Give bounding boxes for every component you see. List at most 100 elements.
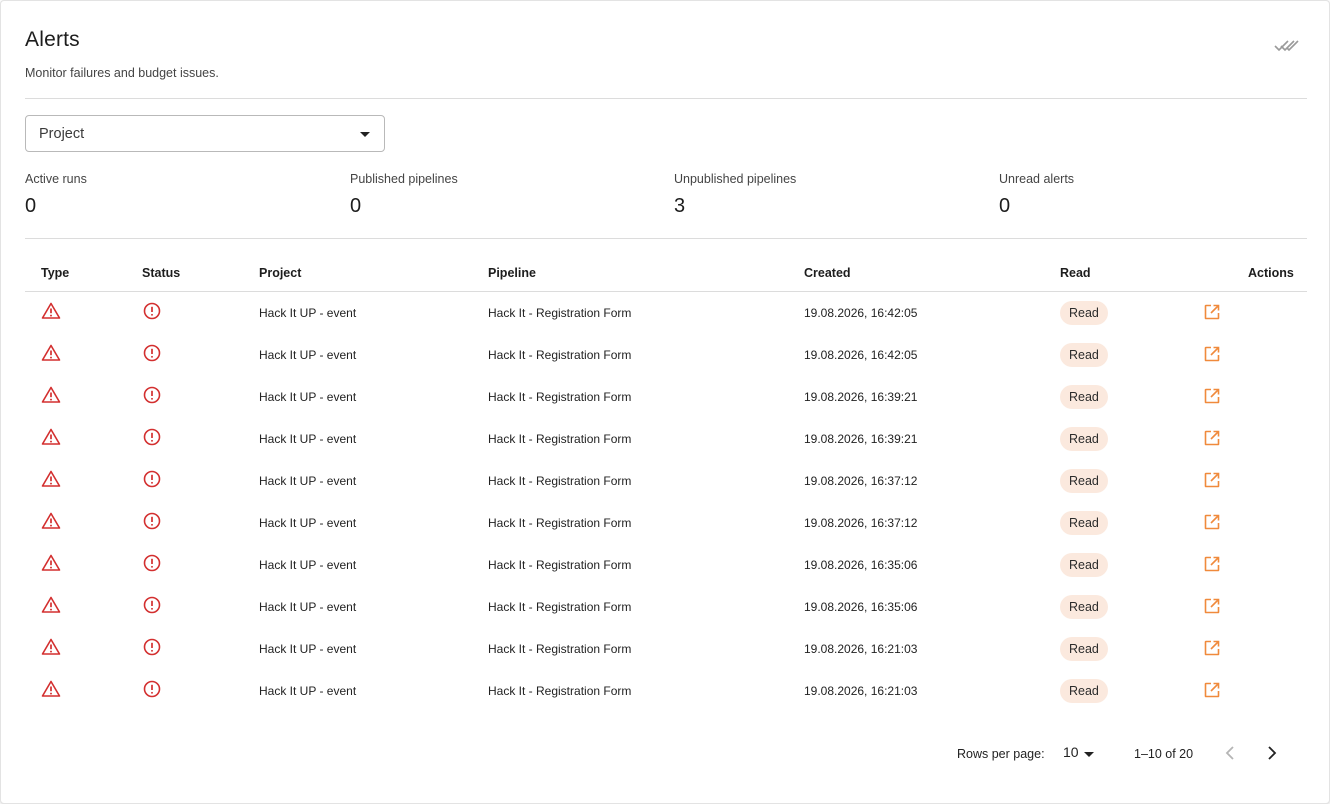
cell-pipeline: Hack It - Registration Form <box>488 600 632 614</box>
cell-pipeline: Hack It - Registration Form <box>488 432 632 446</box>
table-row: Hack It UP - event Hack It - Registration… <box>25 544 1307 586</box>
open-in-new-icon[interactable] <box>1203 513 1221 531</box>
caret-down-icon <box>360 132 370 137</box>
cell-created: 19.08.2026, 16:21:03 <box>804 642 918 656</box>
stat-value: 0 <box>350 195 363 217</box>
cell-pipeline: Hack It - Registration Form <box>488 348 632 362</box>
project-select-label: Project <box>39 126 85 142</box>
cell-created: 19.08.2026, 16:42:05 <box>804 306 918 320</box>
error-circle-icon <box>142 553 162 573</box>
error-circle-icon <box>142 679 162 699</box>
stat-label: Active runs <box>25 172 87 186</box>
open-in-new-icon[interactable] <box>1203 681 1221 699</box>
open-in-new-icon[interactable] <box>1203 345 1221 363</box>
open-in-new-icon[interactable] <box>1203 429 1221 447</box>
stat-unpublished-pipelines: Unpublished pipelines 3 <box>674 172 796 218</box>
warning-triangle-icon <box>41 679 61 699</box>
cell-created: 19.08.2026, 16:39:21 <box>804 432 918 446</box>
open-in-new-icon[interactable] <box>1203 555 1221 573</box>
read-status-badge: Read <box>1060 637 1108 661</box>
open-in-new-icon[interactable] <box>1203 639 1221 657</box>
chevron-right-icon[interactable] <box>1262 744 1280 762</box>
chevron-left-icon[interactable] <box>1222 744 1240 762</box>
cell-project: Hack It UP - event <box>259 390 357 404</box>
warning-triangle-icon <box>41 343 61 363</box>
rows-per-page-label: Rows per page: <box>957 747 1045 761</box>
table-row: Hack It UP - event Hack It - Registration… <box>25 460 1307 502</box>
stat-value: 0 <box>999 195 1012 217</box>
cell-pipeline: Hack It - Registration Form <box>488 306 632 320</box>
read-status-badge: Read <box>1060 679 1108 703</box>
open-in-new-icon[interactable] <box>1203 471 1221 489</box>
open-in-new-icon[interactable] <box>1203 303 1221 321</box>
column-header-read: Read <box>1060 266 1091 280</box>
stat-value: 3 <box>674 195 687 217</box>
cell-created: 19.08.2026, 16:37:12 <box>804 516 918 530</box>
cell-project: Hack It UP - event <box>259 474 357 488</box>
warning-triangle-icon <box>41 301 61 321</box>
warning-triangle-icon <box>41 595 61 615</box>
error-circle-icon <box>142 637 162 657</box>
cell-project: Hack It UP - event <box>259 432 357 446</box>
header-divider <box>25 98 1307 99</box>
read-status-badge: Read <box>1060 301 1108 325</box>
cell-project: Hack It UP - event <box>259 600 357 614</box>
cell-created: 19.08.2026, 16:39:21 <box>804 390 918 404</box>
cell-pipeline: Hack It - Registration Form <box>488 642 632 656</box>
cell-pipeline: Hack It - Registration Form <box>488 516 632 530</box>
page-subtitle: Monitor failures and budget issues. <box>25 66 219 80</box>
column-header-status: Status <box>142 266 181 280</box>
table-row: Hack It UP - event Hack It - Registration… <box>25 586 1307 628</box>
double-check-icon[interactable] <box>1273 35 1301 55</box>
stat-active-runs: Active runs 0 <box>25 172 87 218</box>
stats-divider <box>25 238 1307 239</box>
column-header-actions: Actions <box>1248 266 1294 280</box>
stat-value: 0 <box>25 195 38 217</box>
project-select[interactable]: Project <box>25 115 385 152</box>
table-row: Hack It UP - event Hack It - Registration… <box>25 334 1307 376</box>
pagination-range: 1–10 of 20 <box>1134 747 1194 761</box>
warning-triangle-icon <box>41 469 61 489</box>
cell-created: 19.08.2026, 16:35:06 <box>804 558 918 572</box>
table-row: Hack It UP - event Hack It - Registration… <box>25 418 1307 460</box>
warning-triangle-icon <box>41 511 61 531</box>
table-row: Hack It UP - event Hack It - Registration… <box>25 628 1307 670</box>
warning-triangle-icon <box>41 637 61 657</box>
column-header-project: Project <box>259 266 302 280</box>
read-status-badge: Read <box>1060 385 1108 409</box>
error-circle-icon <box>142 301 162 321</box>
rows-per-page-select[interactable]: 10 <box>1062 741 1102 765</box>
open-in-new-icon[interactable] <box>1203 387 1221 405</box>
cell-pipeline: Hack It - Registration Form <box>488 390 632 404</box>
read-status-badge: Read <box>1060 469 1108 493</box>
cell-project: Hack It UP - event <box>259 642 357 656</box>
stat-label: Unpublished pipelines <box>674 172 797 186</box>
warning-triangle-icon <box>41 553 61 573</box>
cell-pipeline: Hack It - Registration Form <box>488 474 632 488</box>
stat-label: Unread alerts <box>999 172 1075 186</box>
cell-project: Hack It UP - event <box>259 516 357 530</box>
column-header-created: Created <box>804 266 851 280</box>
cell-pipeline: Hack It - Registration Form <box>488 684 632 698</box>
cell-pipeline: Hack It - Registration Form <box>488 558 632 572</box>
cell-created: 19.08.2026, 16:35:06 <box>804 600 918 614</box>
column-header-pipeline: Pipeline <box>488 266 536 280</box>
warning-triangle-icon <box>41 385 61 405</box>
read-status-badge: Read <box>1060 553 1108 577</box>
error-circle-icon <box>142 469 162 489</box>
cell-project: Hack It UP - event <box>259 684 357 698</box>
cell-created: 19.08.2026, 16:21:03 <box>804 684 918 698</box>
table-row: Hack It UP - event Hack It - Registration… <box>25 376 1307 418</box>
page-title: Alerts <box>25 28 80 51</box>
warning-triangle-icon <box>41 427 61 447</box>
table-row: Hack It UP - event Hack It - Registration… <box>25 292 1307 334</box>
open-in-new-icon[interactable] <box>1203 597 1221 615</box>
read-status-badge: Read <box>1060 595 1108 619</box>
rows-per-page-value: 10 <box>1063 744 1079 760</box>
error-circle-icon <box>142 595 162 615</box>
table-row: Hack It UP - event Hack It - Registration… <box>25 502 1307 544</box>
table-row: Hack It UP - event Hack It - Registration… <box>25 670 1307 712</box>
cell-project: Hack It UP - event <box>259 558 357 572</box>
cell-created: 19.08.2026, 16:37:12 <box>804 474 918 488</box>
cell-project: Hack It UP - event <box>259 348 357 362</box>
